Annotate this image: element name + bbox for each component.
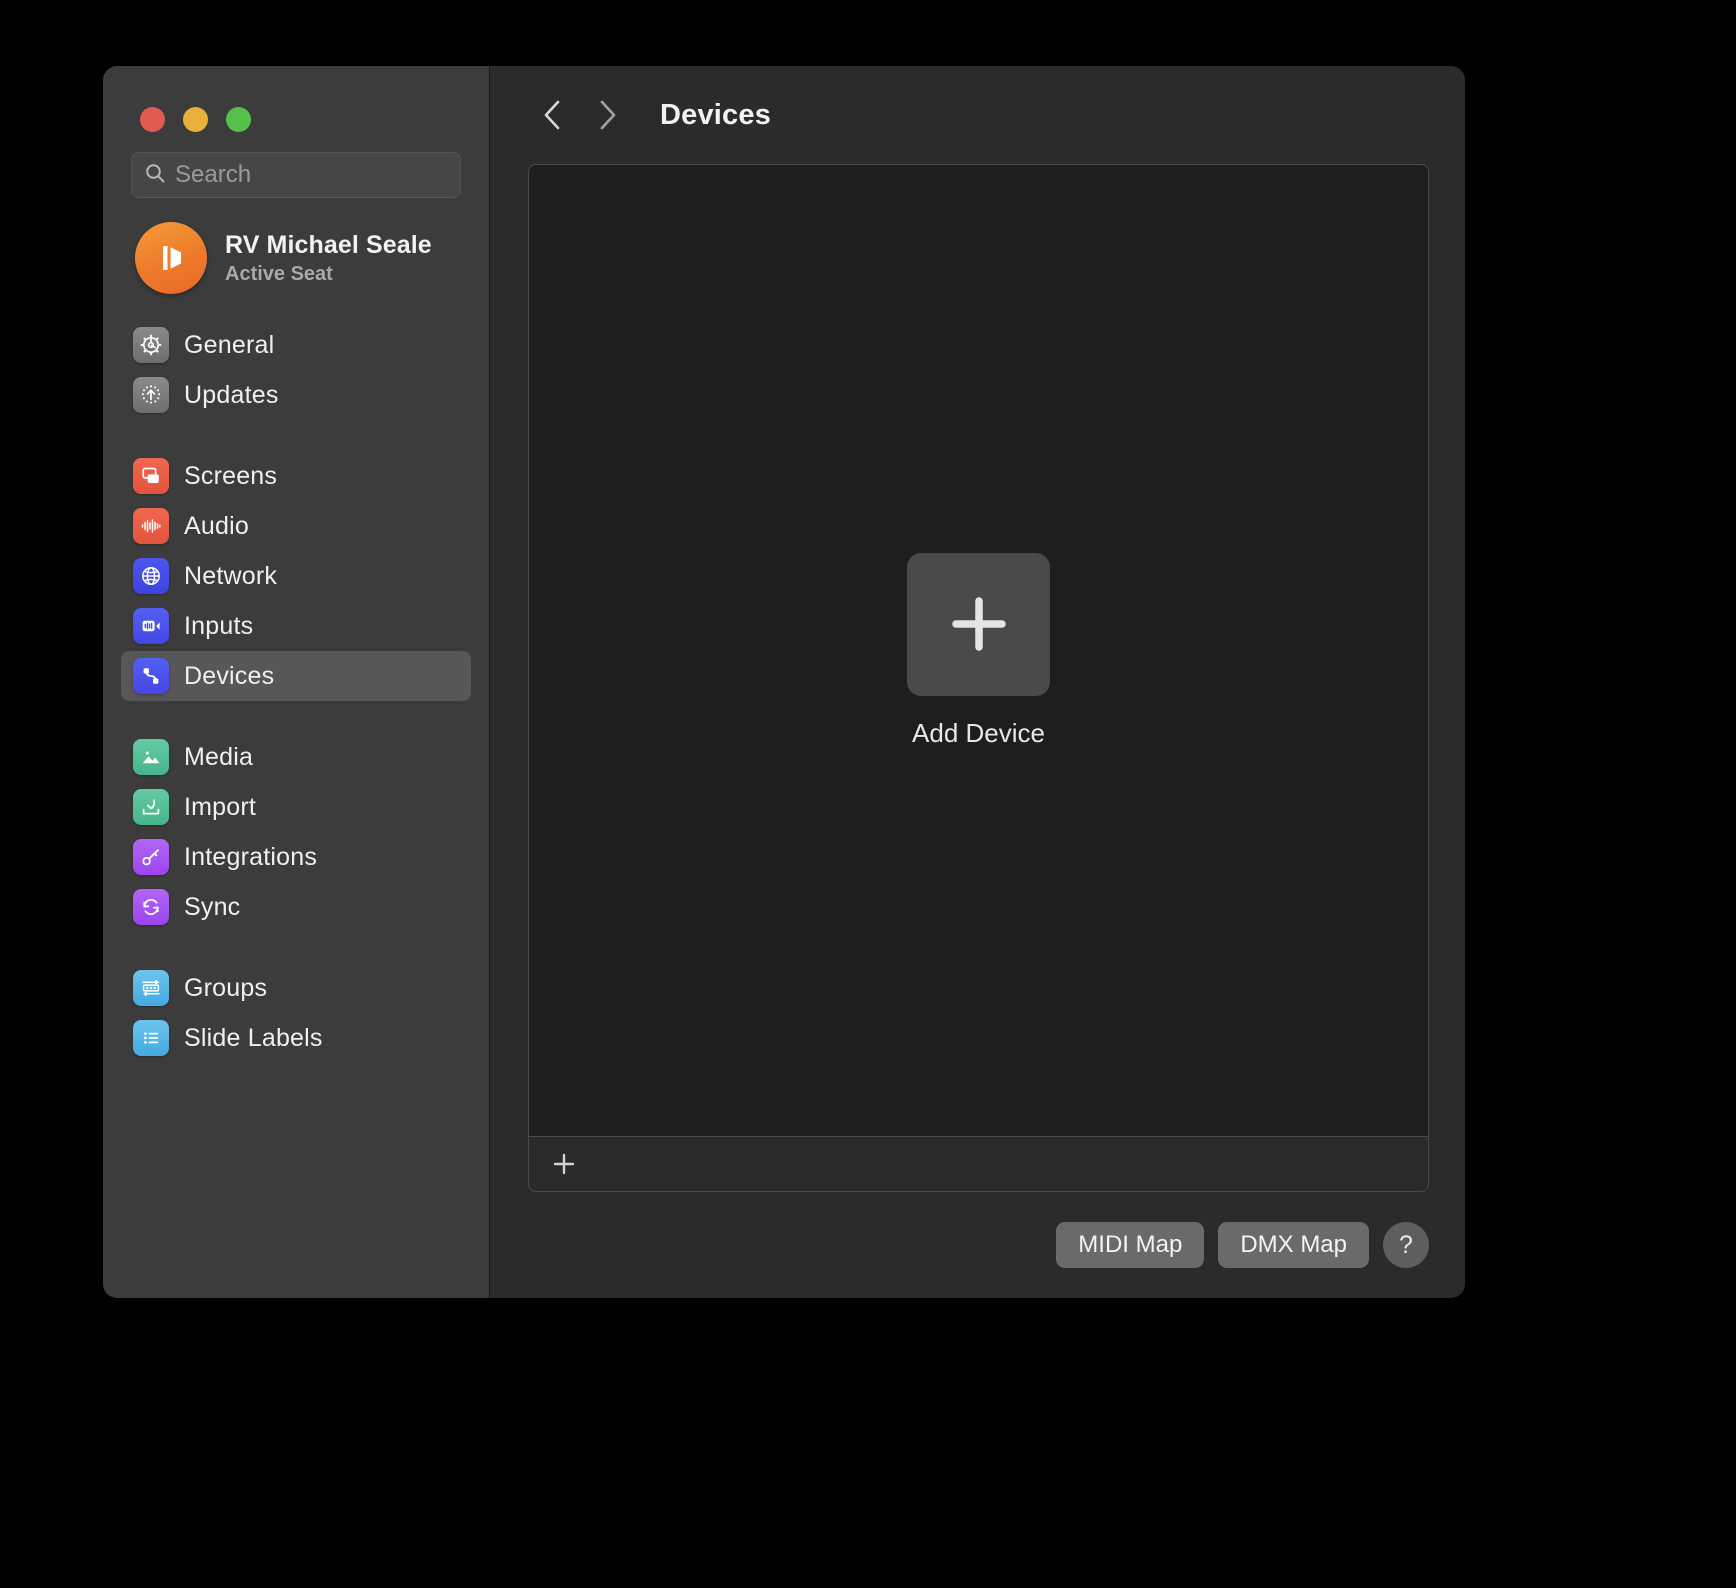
sidebar-item-groups[interactable]: Groups xyxy=(121,963,471,1013)
screens-icon xyxy=(133,458,169,494)
sidebar-item-sync[interactable]: Sync xyxy=(121,882,471,932)
key-icon xyxy=(133,839,169,875)
video-input-icon xyxy=(133,608,169,644)
sidebar-item-label: Groups xyxy=(184,973,268,1002)
search-icon xyxy=(144,162,166,189)
nav-divider xyxy=(121,420,471,451)
profile-status: Active Seat xyxy=(225,262,333,285)
main-header: Devices xyxy=(490,66,1465,164)
devices-node-icon xyxy=(133,658,169,694)
sidebar-item-integrations[interactable]: Integrations xyxy=(121,832,471,882)
zoom-button[interactable] xyxy=(226,107,251,132)
back-button[interactable] xyxy=(526,88,580,142)
sidebar-item-general[interactable]: General xyxy=(121,320,471,370)
sidebar-item-label: Devices xyxy=(184,661,275,690)
add-device-button[interactable] xyxy=(907,552,1050,696)
sidebar-item-devices[interactable]: Devices xyxy=(121,651,471,701)
nav-group-io: Screens Audio Network Inputs Devices xyxy=(121,451,471,701)
photo-icon xyxy=(133,739,169,775)
sidebar-item-label: Audio xyxy=(184,511,249,540)
sidebar-item-label: General xyxy=(184,330,275,359)
dmx-map-button[interactable]: DMX Map xyxy=(1218,1222,1369,1268)
preferences-window: RV Michael Seale Active Seat xyxy=(103,66,1465,1298)
bottom-toolbar: MIDI Map DMX Map ? xyxy=(490,1192,1465,1298)
sidebar-item-label: Media xyxy=(184,742,254,771)
sidebar-item-label: Inputs xyxy=(184,611,254,640)
gear-icon xyxy=(133,327,169,363)
sidebar-item-network[interactable]: Network xyxy=(121,551,471,601)
sidebar-item-updates[interactable]: Updates xyxy=(121,370,471,420)
nav-divider xyxy=(121,701,471,732)
sidebar-item-inputs[interactable]: Inputs xyxy=(121,601,471,651)
sidebar-item-label: Import xyxy=(184,792,257,821)
close-button[interactable] xyxy=(140,107,165,132)
search-container xyxy=(103,152,489,198)
nav-divider xyxy=(121,932,471,963)
forward-button[interactable] xyxy=(580,88,634,142)
devices-panel: Add Device xyxy=(528,164,1429,1136)
nav-group-content: Media Import Integrations Sync xyxy=(121,732,471,932)
add-device-label: Add Device xyxy=(912,717,1045,748)
globe-icon xyxy=(133,558,169,594)
sidebar-item-media[interactable]: Media xyxy=(121,732,471,782)
arrow-up-circle-icon xyxy=(133,377,169,413)
avatar xyxy=(135,222,207,294)
groups-icon xyxy=(133,970,169,1006)
nav-group-organization: Groups Slide Labels xyxy=(121,963,471,1063)
plus-icon xyxy=(553,1153,575,1175)
chevron-right-icon xyxy=(600,100,616,130)
minimize-button[interactable] xyxy=(183,107,208,132)
sidebar-item-label: Slide Labels xyxy=(184,1023,323,1052)
propresenter-logo-icon xyxy=(163,246,181,270)
sidebar-item-audio[interactable]: Audio xyxy=(121,501,471,551)
midi-map-button[interactable]: MIDI Map xyxy=(1056,1222,1205,1268)
profile-name: RV Michael Seale xyxy=(225,230,432,259)
waveform-icon xyxy=(133,508,169,544)
traffic-lights xyxy=(103,66,489,152)
chevron-left-icon xyxy=(544,100,560,130)
sidebar-item-label: Network xyxy=(184,561,278,590)
sidebar-item-label: Updates xyxy=(184,380,279,409)
sidebar-item-import[interactable]: Import xyxy=(121,782,471,832)
plus-icon xyxy=(951,597,1006,651)
empty-state: Add Device xyxy=(907,552,1050,749)
page-title: Devices xyxy=(660,98,772,131)
sidebar-item-screens[interactable]: Screens xyxy=(121,451,471,501)
search-input[interactable] xyxy=(175,161,448,189)
import-tray-icon xyxy=(133,789,169,825)
search-box[interactable] xyxy=(131,152,461,198)
sidebar-item-label: Sync xyxy=(184,892,241,921)
help-button[interactable]: ? xyxy=(1383,1222,1429,1268)
sidebar-item-slide-labels[interactable]: Slide Labels xyxy=(121,1013,471,1063)
sidebar: RV Michael Seale Active Seat xyxy=(103,66,490,1298)
main-content: Devices Add Device MIDI Map DMX Map ? xyxy=(490,66,1465,1298)
add-device-footer-button[interactable] xyxy=(545,1145,583,1183)
sync-arrows-icon xyxy=(133,889,169,925)
sidebar-item-label: Screens xyxy=(184,461,278,490)
user-profile[interactable]: RV Michael Seale Active Seat xyxy=(103,198,489,314)
profile-text: RV Michael Seale Active Seat xyxy=(225,231,432,286)
nav-group-system: General Updates xyxy=(121,320,471,420)
panel-footer xyxy=(528,1136,1429,1192)
sidebar-nav: General Updates Screens Audio Network In… xyxy=(103,314,489,1298)
list-bullet-icon xyxy=(133,1020,169,1056)
sidebar-item-label: Integrations xyxy=(184,842,318,871)
